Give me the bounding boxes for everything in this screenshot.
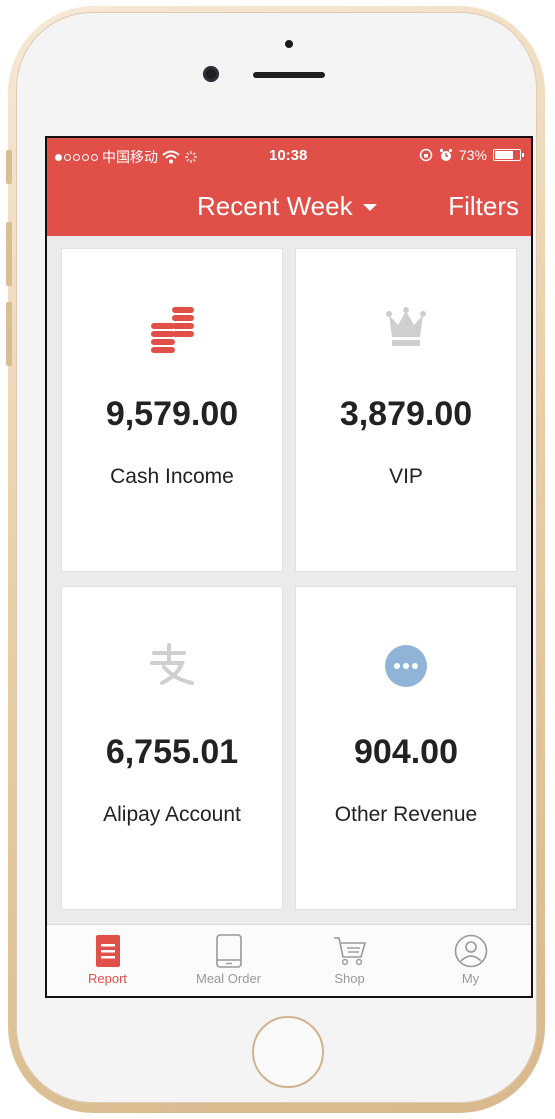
status-bar: 中国移动 10:38 73% — [47, 138, 531, 176]
earpiece-speaker — [253, 72, 325, 78]
carrier-name: 中国移动 — [102, 149, 158, 165]
mute-switch — [6, 150, 12, 184]
tab-label-my: My — [461, 971, 480, 986]
period-label: Recent Week — [197, 191, 353, 221]
rotation-lock-icon — [419, 148, 433, 162]
report-icon — [47, 933, 168, 969]
proximity-sensor — [285, 40, 293, 48]
card-alipay-account[interactable]: 6,755.01 Alipay Account — [61, 586, 283, 910]
tab-meal-order[interactable]: Meal Order — [168, 933, 289, 986]
cash-income-label: Cash Income — [110, 465, 234, 488]
coins-icon — [62, 305, 282, 353]
alipay-label: Alipay Account — [103, 803, 241, 826]
volume-down-button — [6, 302, 12, 366]
status-time: 10:38 — [269, 147, 308, 164]
app-screen: 中国移动 10:38 73% Recent Week Filters 9,579… — [45, 136, 533, 998]
tab-bar: Report Meal Order Shop My — [47, 924, 531, 996]
wifi-icon — [162, 150, 180, 164]
loading-spinner-icon — [185, 151, 197, 163]
status-right: 73% — [419, 147, 524, 163]
vip-label: VIP — [389, 465, 423, 488]
card-vip[interactable]: 3,879.00 VIP — [295, 248, 517, 572]
alipay-icon — [62, 643, 282, 691]
battery-percent: 73% — [458, 147, 487, 163]
tab-label-shop: Shop — [334, 971, 365, 986]
filters-button[interactable]: Filters — [448, 191, 519, 222]
status-left: 中国移动 — [55, 147, 198, 167]
alarm-icon — [439, 148, 453, 161]
tab-my[interactable]: My — [410, 933, 531, 986]
vip-value: 3,879.00 — [339, 395, 473, 433]
card-other-revenue[interactable]: 904.00 Other Revenue — [295, 586, 517, 910]
user-icon — [410, 933, 531, 969]
caret-down-icon — [362, 204, 377, 211]
tab-report[interactable]: Report — [47, 933, 168, 986]
tab-shop[interactable]: Shop — [289, 933, 410, 986]
other-revenue-label: Other Revenue — [334, 803, 478, 826]
nav-bar: Recent Week Filters — [47, 176, 531, 236]
revenue-grid: 9,579.00 Cash Income 3,879.00 VIP 6,755.… — [47, 236, 531, 918]
period-dropdown[interactable]: Recent Week — [197, 191, 377, 222]
more-icon — [296, 643, 516, 691]
card-cash-income[interactable]: 9,579.00 Cash Income — [61, 248, 283, 572]
tab-label-meal-order: Meal Order — [195, 971, 262, 986]
home-button[interactable] — [252, 1016, 324, 1088]
volume-up-button — [6, 222, 12, 286]
front-camera — [203, 66, 219, 82]
other-revenue-value: 904.00 — [354, 733, 458, 771]
alipay-value: 6,755.01 — [105, 733, 239, 771]
cart-icon — [289, 933, 410, 969]
battery-icon — [493, 149, 524, 161]
tab-label-report: Report — [87, 971, 128, 986]
signal-strength-icon — [55, 153, 98, 161]
crown-icon — [296, 305, 516, 353]
cash-income-value: 9,579.00 — [105, 395, 239, 433]
tablet-icon — [168, 933, 289, 969]
